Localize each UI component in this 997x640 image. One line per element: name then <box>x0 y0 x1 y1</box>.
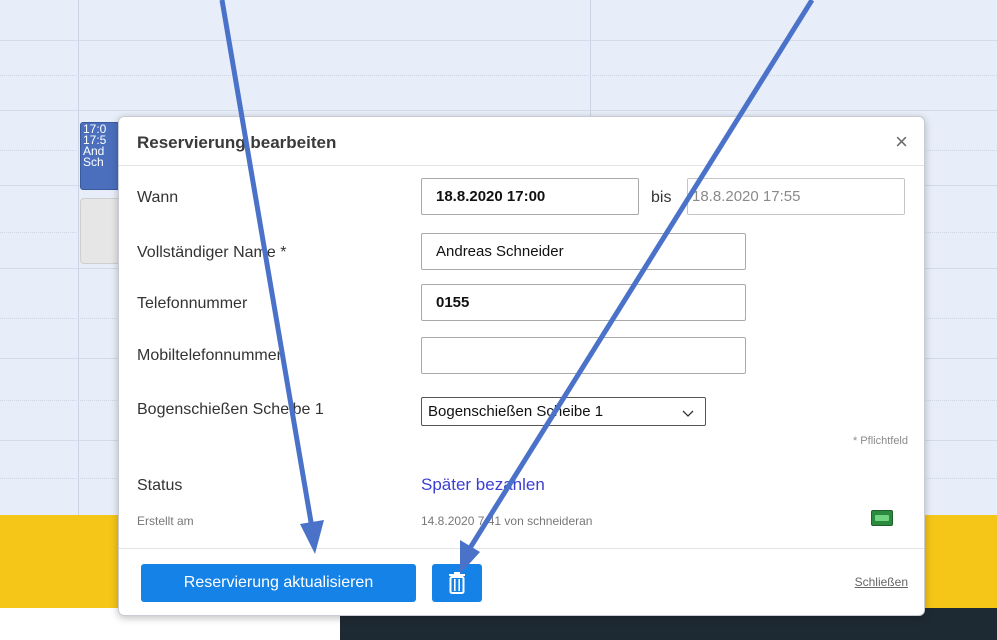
close-icon[interactable]: × <box>895 131 908 153</box>
trash-icon <box>432 572 482 606</box>
calendar-event[interactable]: 17:0 17:5 And Sch <box>80 122 120 190</box>
date-from-input[interactable]: 18.8.2020 17:00 <box>421 178 639 215</box>
phone-label: Telefonnummer <box>137 295 248 312</box>
event-name-line2: Sch <box>83 155 104 169</box>
calendar-event-slot[interactable] <box>80 198 122 264</box>
calendar-row-line <box>0 75 997 76</box>
created-value: 14.8.2020 7:41 von schneideran <box>421 514 593 528</box>
calendar-column-divider <box>78 0 79 515</box>
status-link[interactable]: Später bezahlen <box>421 475 545 495</box>
phone-input[interactable]: 0155 <box>421 284 746 321</box>
update-reservation-button[interactable]: Reservierung aktualisieren <box>141 564 416 602</box>
date-to-input[interactable]: 18.8.2020 17:55 <box>687 178 905 215</box>
when-label: Wann <box>137 189 179 206</box>
until-label: bis <box>651 189 672 206</box>
created-label: Erstellt am <box>137 514 194 528</box>
full-name-label: Vollständiger Name * <box>137 244 287 261</box>
divider <box>119 548 924 549</box>
resource-select[interactable]: Bogenschießen Scheibe 1 <box>421 397 706 426</box>
calendar-row-line <box>0 110 997 111</box>
edit-reservation-dialog: Reservierung bearbeiten × Wann 18.8.2020… <box>118 116 925 616</box>
resource-label: Bogenschießen Scheibe 1 <box>137 401 324 418</box>
chevron-down-icon <box>681 398 695 434</box>
delete-button[interactable] <box>432 564 482 602</box>
mobile-input[interactable] <box>421 337 746 374</box>
resource-select-value: Bogenschießen Scheibe 1 <box>428 403 604 420</box>
cash-payment-icon[interactable] <box>871 510 893 526</box>
close-link[interactable]: Schließen <box>855 575 908 589</box>
mobile-label: Mobiltelefonnummer <box>137 347 282 364</box>
status-label: Status <box>137 477 183 494</box>
divider <box>119 165 924 166</box>
dialog-title: Reservierung bearbeiten <box>137 133 337 152</box>
calendar-row-line <box>0 40 997 41</box>
required-field-note: * Pflichtfeld <box>852 435 908 447</box>
full-name-input[interactable]: Andreas Schneider <box>421 233 746 270</box>
